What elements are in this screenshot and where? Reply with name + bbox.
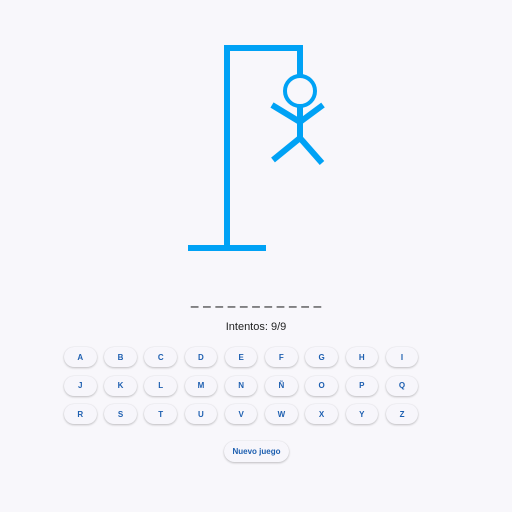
letter-key[interactable]: O	[305, 375, 338, 396]
hangman-left-leg	[271, 135, 302, 163]
letter-key[interactable]: N	[224, 375, 258, 396]
hangman-drawing	[188, 45, 325, 251]
keyboard-row: JKLMNÑOPQ	[64, 375, 426, 398]
letter-key[interactable]: E	[224, 347, 258, 367]
letter-key[interactable]: X	[305, 404, 338, 424]
keyboard-row: RSTUVWXYZ	[64, 404, 426, 426]
letter-key[interactable]: Y	[345, 404, 379, 424]
letter-key[interactable]: C	[144, 347, 177, 367]
letter-key[interactable]: F	[265, 347, 298, 367]
letter-key[interactable]: U	[184, 404, 218, 424]
letter-key[interactable]: D	[184, 347, 218, 367]
letter-key[interactable]: J	[64, 375, 97, 396]
letter-keyboard: ABCDEFGHI JKLMNÑOPQ RSTUVWXYZ	[64, 347, 426, 433]
letter-key[interactable]: T	[144, 404, 177, 424]
letter-key[interactable]: H	[345, 347, 379, 367]
letter-key[interactable]: W	[265, 404, 298, 424]
letter-key[interactable]: R	[64, 404, 97, 424]
keyboard-row: ABCDEFGHI	[64, 347, 426, 369]
letter-key[interactable]: L	[144, 375, 177, 396]
letter-key[interactable]: K	[104, 375, 137, 396]
letter-key[interactable]: P	[345, 375, 379, 396]
hangman-right-leg	[297, 136, 325, 165]
letter-key[interactable]: B	[104, 347, 137, 367]
letter-key[interactable]: Ñ	[265, 375, 298, 396]
new-game-button[interactable]: Nuevo juego	[224, 441, 289, 462]
letter-key[interactable]: G	[305, 347, 338, 367]
attempts-counter: Intentos: 9/9	[225, 321, 287, 333]
letter-key[interactable]: I	[385, 347, 419, 367]
letter-key[interactable]: Q	[385, 375, 419, 396]
word-display: _ _ _ _ _ _ _ _ _ _ _	[190, 290, 322, 308]
letter-key[interactable]: M	[184, 375, 218, 396]
letter-key[interactable]: A	[64, 347, 97, 367]
hangman-head	[283, 74, 317, 108]
letter-key[interactable]: S	[104, 404, 137, 424]
hangman-game: _ _ _ _ _ _ _ _ _ _ _ Intentos: 9/9 ABCD…	[0, 0, 512, 512]
letter-key[interactable]: V	[224, 404, 258, 424]
hangman-left-arm	[270, 102, 302, 125]
letter-key[interactable]: Z	[385, 404, 419, 424]
